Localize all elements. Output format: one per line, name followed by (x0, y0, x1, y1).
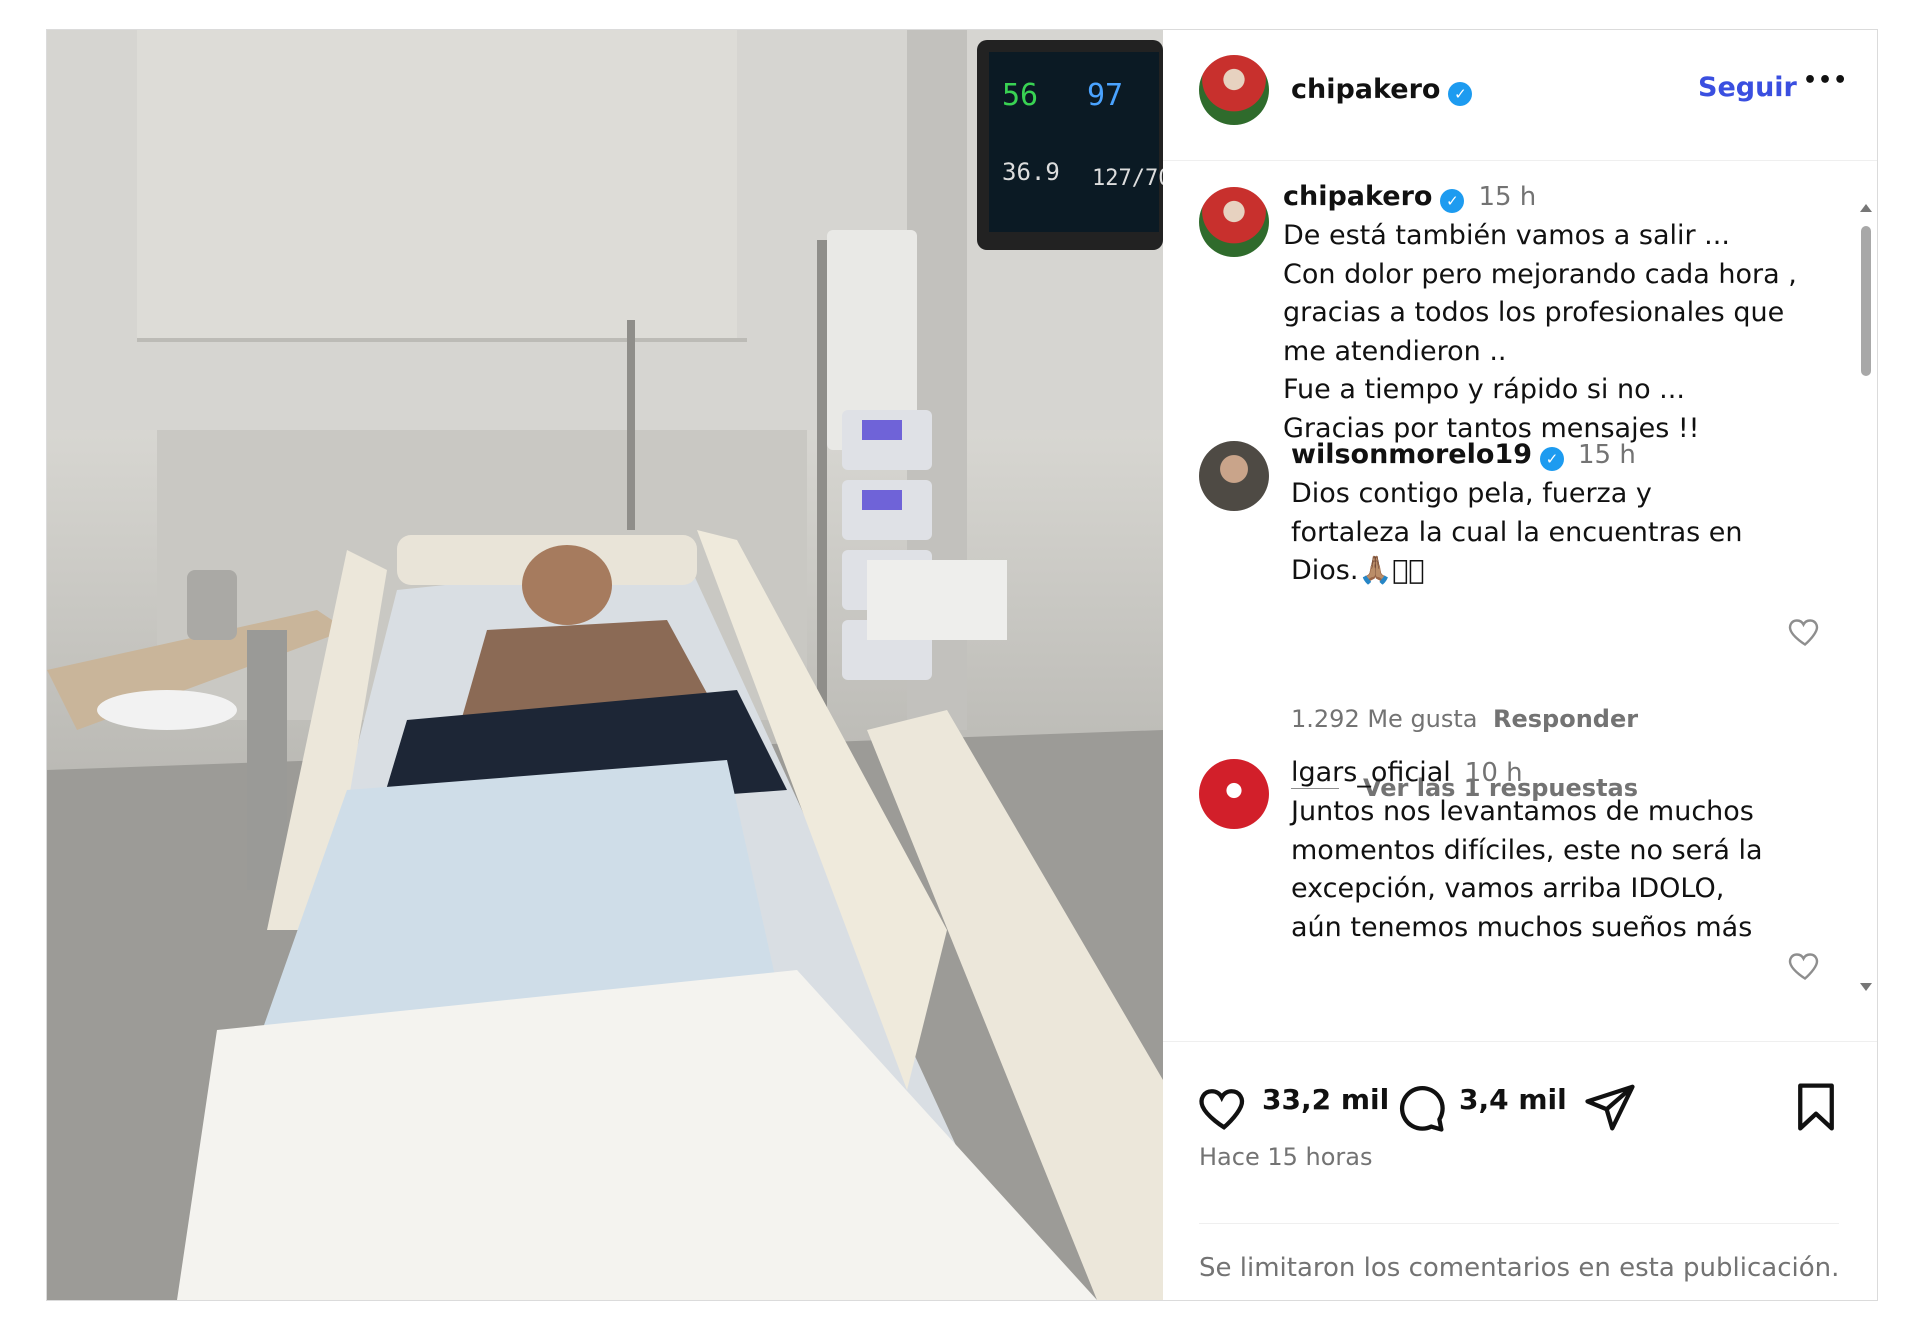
svg-text:56: 56 (1002, 78, 1038, 113)
post-actions: 33,2 mil 3,4 mil Hace 15 horas Se limita… (1163, 1041, 1877, 1301)
comment-like-icon[interactable] (1787, 947, 1823, 983)
comment-head: lgars_oficial 10 h (1291, 757, 1523, 788)
comment-username[interactable]: wilsonmorelo19 (1291, 439, 1532, 470)
verified-icon: ✓ (1440, 188, 1465, 213)
posted-time[interactable]: Hace 15 horas (1199, 1143, 1372, 1171)
svg-text:127/70: 127/70 (1092, 166, 1163, 191)
comments-limited-notice: Se limitaron los comentarios en esta pub… (1199, 1253, 1840, 1283)
hospital-photo-illustration: 56 97 36.9 127/70 (47, 30, 1163, 1300)
share-icon[interactable] (1583, 1080, 1637, 1134)
comment-avatar[interactable] (1199, 759, 1269, 829)
caption-time[interactable]: 15 h (1478, 182, 1536, 212)
replies-divider (1291, 788, 1339, 789)
comments-count[interactable]: 3,4 mil (1459, 1083, 1567, 1116)
post-card: 56 97 36.9 127/70 (46, 29, 1878, 1301)
comment-icon[interactable] (1393, 1080, 1447, 1134)
comments-list: chipakero ✓ 15 h De está también vamos a s… (1163, 161, 1877, 1041)
verified-icon: ✓ (1448, 81, 1473, 106)
reply-button[interactable]: Responder (1493, 705, 1638, 733)
likes-count[interactable]: 33,2 mil (1262, 1083, 1389, 1116)
follow-button[interactable]: Seguir (1698, 72, 1797, 103)
comment-username[interactable]: lgars_oficial (1291, 757, 1451, 788)
comment-head: wilsonmorelo19 ✓ 15 h (1291, 439, 1636, 471)
comment-time: 10 h (1464, 758, 1523, 788)
caption-text: De está también vamos a salir ... Con do… (1283, 220, 1797, 444)
author-name-block: chipakero ✓ (1291, 74, 1473, 106)
actions-divider (1199, 1223, 1839, 1224)
more-icon[interactable]: ••• (1803, 68, 1848, 93)
comment-time: 15 h (1577, 440, 1636, 470)
comment-text: Juntos nos levantamos de muchos momentos… (1291, 796, 1763, 943)
post-side-panel: chipakero ✓ Seguir ••• chipakero ✓ 15 h De … (1163, 30, 1877, 1300)
comment-avatar[interactable] (1199, 441, 1269, 511)
caption-head: chipakero ✓ 15 h (1283, 181, 1536, 213)
bookmark-icon[interactable] (1789, 1080, 1843, 1134)
author-avatar[interactable] (1199, 55, 1269, 125)
caption-username[interactable]: chipakero (1283, 181, 1432, 212)
comment-text: Dios contigo pela, fuerza y fortaleza la… (1291, 478, 1743, 586)
svg-text:97: 97 (1087, 78, 1123, 113)
heart-icon[interactable] (1197, 1080, 1251, 1134)
comment-likes[interactable]: 1.292 Me gusta (1291, 705, 1478, 733)
post-header: chipakero ✓ Seguir ••• (1163, 30, 1877, 161)
verified-icon: ✓ (1539, 446, 1564, 471)
author-username[interactable]: chipakero (1291, 74, 1440, 105)
svg-text:36.9: 36.9 (1002, 158, 1060, 186)
post-photo[interactable]: 56 97 36.9 127/70 (47, 30, 1163, 1300)
comments-scrollbar[interactable] (1855, 170, 1877, 1010)
comment-like-icon[interactable] (1787, 613, 1823, 649)
scrollbar-graphic (1860, 204, 1872, 991)
caption-avatar[interactable] (1199, 187, 1269, 257)
